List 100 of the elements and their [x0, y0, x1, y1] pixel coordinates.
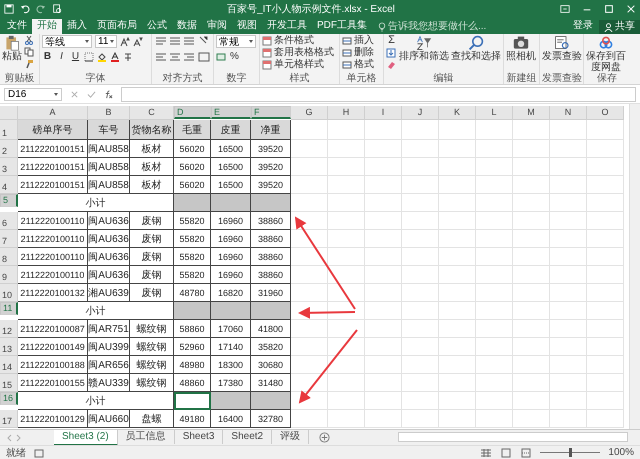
fill-color-icon[interactable] — [97, 52, 107, 62]
row-header[interactable]: 9 — [0, 266, 18, 284]
autosum-button[interactable]: Σ — [386, 35, 397, 46]
column-header[interactable]: C — [130, 106, 174, 120]
cells-button[interactable]: 插入 — [342, 35, 374, 46]
row-header[interactable]: 1 — [0, 120, 18, 140]
sheet-tab[interactable]: Sheet3 (2) — [54, 430, 118, 446]
fill-down-icon[interactable] — [386, 48, 396, 58]
normal-view-icon[interactable] — [480, 448, 492, 458]
row-header[interactable]: 6 — [0, 212, 18, 230]
ribbon-display-icon[interactable] — [560, 4, 570, 14]
print-preview-icon[interactable] — [52, 4, 62, 14]
camera-button[interactable]: 照相机 — [506, 35, 536, 62]
ribbon-tab[interactable]: PDF工具集 — [312, 19, 372, 34]
undo-icon[interactable] — [20, 4, 30, 14]
horizontal-scrollbar[interactable] — [398, 432, 628, 442]
column-header[interactable]: J — [402, 106, 439, 120]
ribbon-tab[interactable]: 审阅 — [202, 19, 232, 34]
formula-input[interactable] — [121, 86, 636, 102]
scissors-icon[interactable] — [24, 35, 34, 45]
row-header[interactable]: 7 — [0, 230, 18, 248]
column-header[interactable]: M — [513, 106, 550, 120]
currency-icon[interactable] — [216, 52, 226, 62]
percent-button[interactable]: % — [229, 51, 240, 62]
column-header[interactable]: A — [18, 106, 88, 120]
copy-icon[interactable] — [24, 47, 34, 57]
sign-in-link[interactable]: 登录 — [573, 18, 593, 32]
sheet-tab[interactable]: Sheet3 — [174, 430, 224, 444]
close-icon[interactable] — [626, 4, 636, 14]
font-family-dropdown[interactable]: 等线 — [42, 35, 92, 48]
tell-me-field[interactable]: 告诉我您想要做什么... — [378, 21, 506, 32]
column-header[interactable]: F — [251, 106, 291, 119]
ribbon-tab[interactable]: 开发工具 — [262, 19, 312, 34]
italic-button[interactable]: I — [56, 51, 67, 62]
ribbon-tab[interactable]: 插入 — [62, 19, 92, 34]
row-header[interactable]: 5 — [0, 194, 18, 207]
page-layout-icon[interactable] — [500, 448, 512, 458]
styles-button[interactable]: 条件格式 — [262, 35, 314, 46]
row-header[interactable]: 17 — [0, 410, 18, 428]
eraser-icon[interactable] — [386, 60, 396, 70]
insert-function-icon[interactable] — [104, 90, 113, 98]
number-format-dropdown[interactable]: 常规 — [216, 35, 256, 48]
macro-record-icon[interactable] — [34, 448, 44, 458]
column-header[interactable]: N — [550, 106, 587, 120]
paste-button[interactable]: 粘贴 — [2, 35, 22, 62]
ribbon-tab[interactable]: 页面布局 — [92, 19, 142, 34]
sheet-tab[interactable]: 评级 — [272, 430, 310, 444]
row-header[interactable]: 11 — [0, 302, 18, 315]
column-header[interactable]: G — [291, 106, 328, 120]
find-select-button[interactable]: 查找和选择 — [451, 35, 501, 62]
column-header[interactable]: I — [365, 106, 402, 120]
row-header[interactable]: 16 — [0, 392, 18, 405]
sort-filter-button[interactable]: 排序和筛选 — [399, 35, 449, 62]
ribbon-tab[interactable]: 公式 — [142, 19, 172, 34]
row-header[interactable]: 4 — [0, 176, 18, 194]
save-to-cloud-button[interactable]: 保存到百度网盘 — [586, 35, 626, 73]
border-icon[interactable] — [84, 52, 94, 62]
name-box[interactable]: D16 — [4, 88, 62, 100]
row-header[interactable]: 14 — [0, 356, 18, 374]
font-color-icon[interactable] — [110, 52, 120, 62]
phonetic-icon[interactable] — [123, 52, 133, 62]
cells-button[interactable]: 删除 — [342, 47, 374, 58]
redo-icon[interactable] — [36, 4, 46, 14]
share-button[interactable]: 共享 — [599, 20, 640, 34]
grow-font-icon[interactable] — [120, 36, 130, 46]
styles-button[interactable]: 单元格样式 — [262, 59, 324, 70]
row-header[interactable]: 3 — [0, 158, 18, 176]
save-icon[interactable] — [4, 4, 14, 14]
row-header[interactable]: 13 — [0, 338, 18, 356]
ribbon-tab[interactable]: 数据 — [172, 19, 202, 34]
row-header[interactable]: 15 — [0, 374, 18, 392]
shrink-font-icon[interactable] — [133, 36, 143, 46]
sheet-tab[interactable]: Sheet2 — [223, 430, 272, 444]
underline-button[interactable]: U — [70, 51, 81, 62]
page-break-icon[interactable] — [520, 448, 532, 458]
ribbon-tab[interactable]: 开始 — [32, 19, 62, 34]
font-size-dropdown[interactable]: 11 — [95, 35, 117, 48]
invoice-check-button[interactable]: 发票查验 — [542, 35, 582, 62]
bold-button[interactable]: B — [42, 51, 53, 62]
row-header[interactable]: 8 — [0, 248, 18, 266]
column-header[interactable]: B — [88, 106, 130, 120]
cells-button[interactable]: 格式 — [342, 59, 374, 70]
column-header[interactable]: K — [439, 106, 476, 120]
column-header[interactable]: E — [211, 106, 251, 119]
ribbon-tab[interactable]: 文件 — [2, 19, 32, 34]
column-header[interactable]: D — [174, 106, 211, 119]
styles-button[interactable]: 套用表格格式 — [262, 47, 334, 58]
zoom-thumb[interactable] — [569, 448, 572, 457]
column-header[interactable]: L — [476, 106, 513, 120]
row-header[interactable]: 2 — [0, 140, 18, 158]
maximize-icon[interactable] — [604, 4, 614, 14]
ribbon-tab[interactable]: 视图 — [232, 19, 262, 34]
row-header[interactable]: 12 — [0, 320, 18, 338]
column-header[interactable]: O — [587, 106, 624, 120]
format-painter-icon[interactable] — [24, 59, 34, 69]
vertical-scrollbar[interactable] — [629, 104, 640, 429]
add-sheet-icon[interactable] — [319, 432, 330, 443]
column-header[interactable]: H — [328, 106, 365, 120]
row-header[interactable]: 10 — [0, 284, 18, 302]
sheet-tab[interactable]: 员工信息 — [118, 430, 175, 444]
